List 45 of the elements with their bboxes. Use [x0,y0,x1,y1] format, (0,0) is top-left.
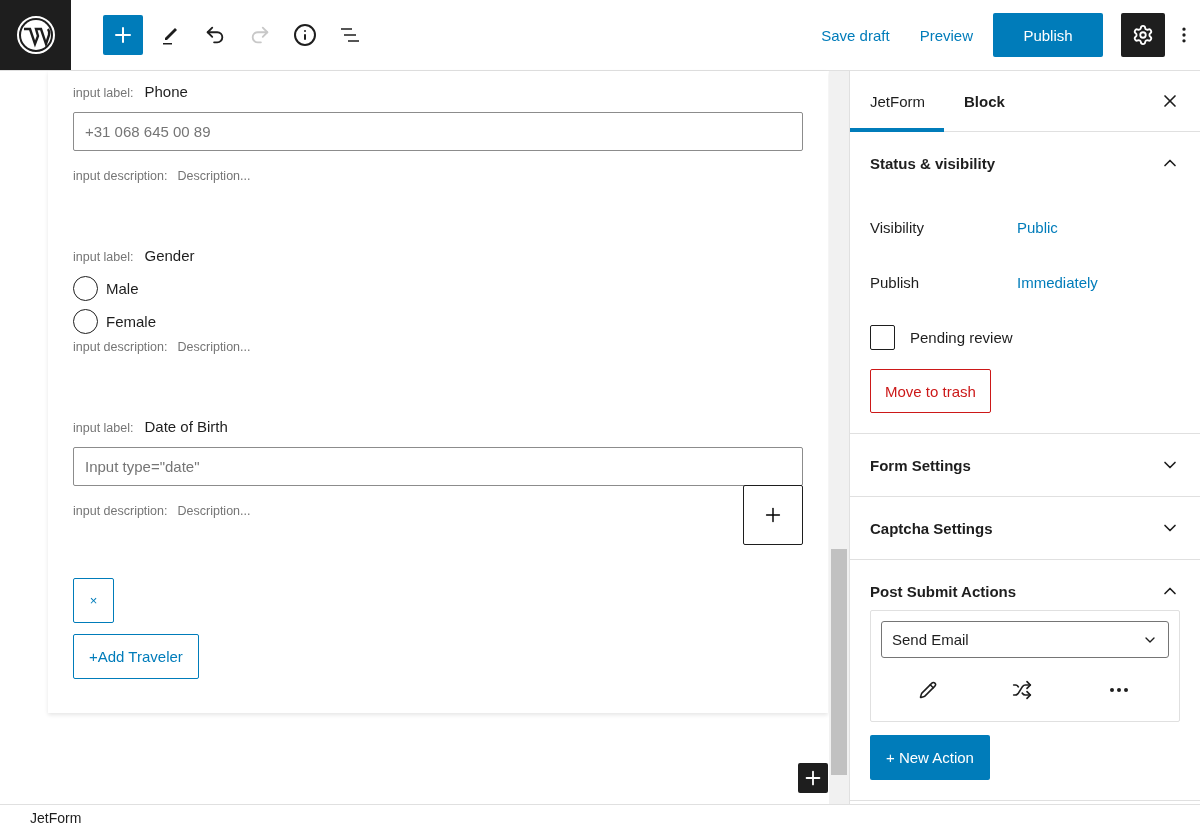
breadcrumb[interactable]: JetForm [30,809,82,826]
sidebar-tab[interactable]: Block [944,70,1024,132]
input-field[interactable]: Input type="date" [73,447,803,486]
move-to-trash-button[interactable]: Move to trash [870,369,991,413]
setting-label: Visibility [870,219,925,236]
input-field[interactable]: +31 068 645 00 89 [73,112,803,151]
preview-button[interactable]: Preview [909,18,983,52]
description-text: Description... [177,340,251,354]
add-block-button[interactable] [798,763,828,793]
shuffle-icon[interactable] [1012,679,1032,700]
field-label: Date of Birth [144,418,228,435]
label-prefix: input label: [73,250,134,264]
radio-label: Female [106,313,157,330]
panel-header[interactable]: Post Submit Actions [870,560,1180,622]
save-draft-button[interactable]: Save draft [811,18,900,52]
add-block-button[interactable] [743,485,803,545]
checkbox-label: Pending review [910,329,1013,346]
panel-header[interactable]: Captcha Settings [870,497,1180,559]
setting-link[interactable]: Immediately [1017,274,1098,291]
description-prefix: input description: [73,340,168,354]
settings-button[interactable] [1121,13,1165,57]
label-prefix: input label: [73,421,134,435]
label-prefix: input label: [73,86,134,100]
remove-button[interactable]: × [73,578,114,623]
action-select[interactable]: Send Email [881,621,1169,658]
description-prefix: input description: [73,169,168,183]
description-text: Description... [177,504,251,518]
add-traveler-button[interactable]: +Add Traveler [73,634,199,679]
setting-link[interactable]: Public [1017,219,1058,236]
setting-label: Publish [870,274,921,291]
panel-header[interactable]: Status & visibility [870,132,1180,194]
settings-icon [1132,24,1154,46]
description-prefix: input description: [73,504,168,518]
field-label: Phone [144,83,188,100]
pencil-icon[interactable] [918,680,937,699]
description-text: Description... [177,169,251,183]
field-label: Gender [144,247,195,264]
scrollbar[interactable] [829,71,849,804]
wordpress-logo[interactable] [15,14,56,55]
publish-button[interactable]: Publish [993,13,1103,57]
radio-label: Male [106,280,139,297]
checkbox[interactable] [870,325,895,350]
sidebar-tab[interactable]: JetForm [850,70,944,132]
panel-header[interactable]: Form Settings [870,434,1180,496]
new-action-button[interactable]: + New Action [870,735,990,780]
